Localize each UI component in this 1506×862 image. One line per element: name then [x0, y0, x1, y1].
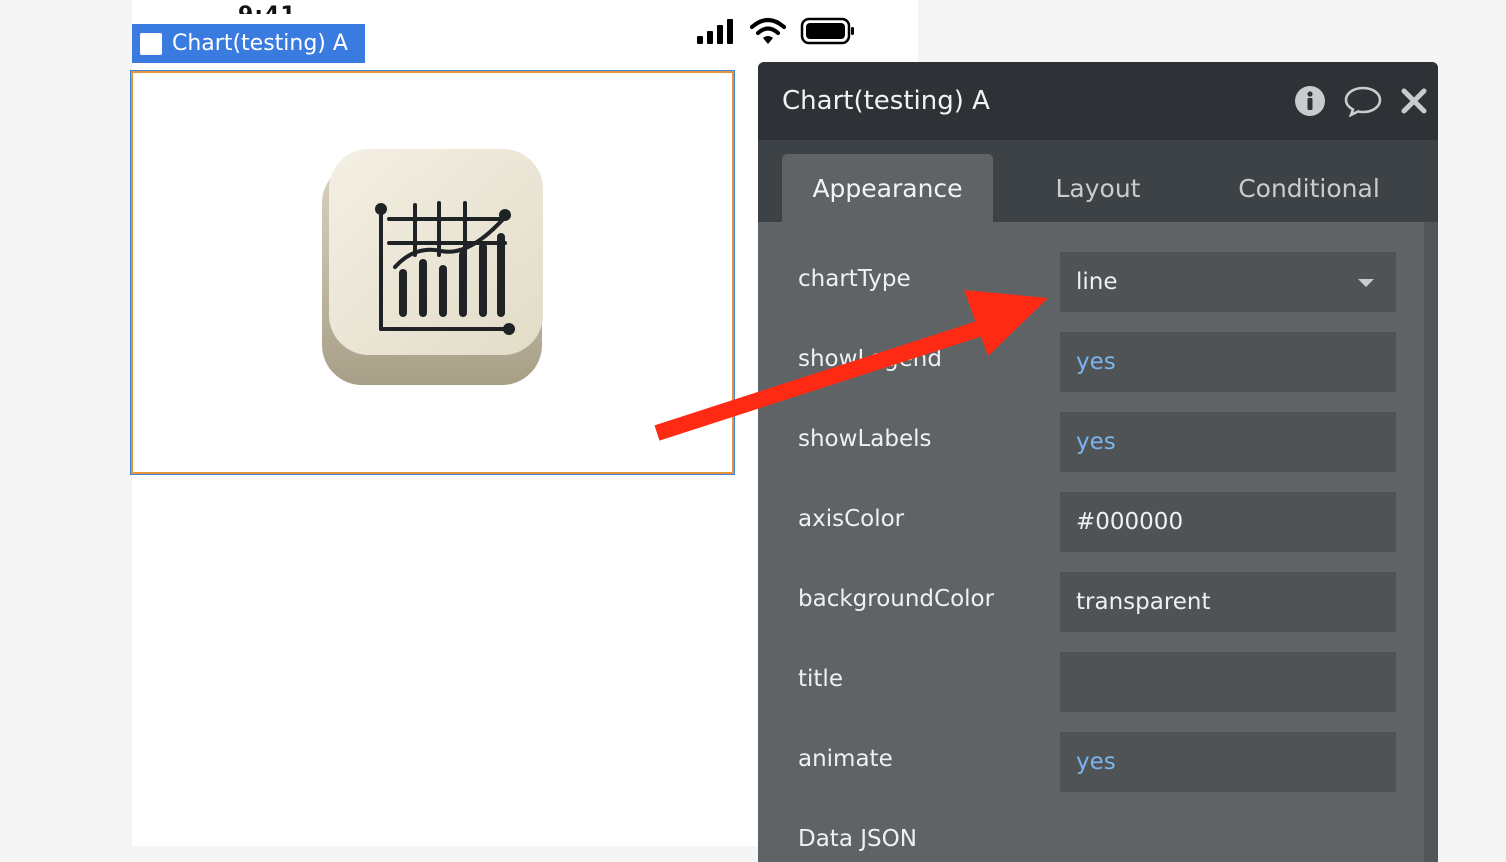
property-row-data-json: Data JSON [758, 812, 1438, 862]
property-row-charttype: chartType line [758, 252, 1438, 312]
tab-layout[interactable]: Layout [1008, 154, 1188, 222]
property-label: showLabels [798, 426, 932, 452]
property-row-backgroundcolor: backgroundColor transparent [758, 572, 1438, 632]
tab-bar: Appearance Layout Conditional [758, 140, 1438, 222]
property-row-axiscolor: axisColor #000000 [758, 492, 1438, 552]
property-row-animate: animate yes [758, 732, 1438, 792]
property-label: showLegend [798, 346, 942, 372]
battery-icon [800, 17, 854, 45]
close-icon[interactable] [1400, 87, 1428, 115]
property-row-showlabels: showLabels yes [758, 412, 1438, 472]
property-label: backgroundColor [798, 586, 995, 612]
status-icons [696, 16, 856, 46]
info-icon[interactable] [1294, 85, 1326, 117]
title-field[interactable] [1060, 652, 1396, 712]
element-tag[interactable]: Chart(testing) A [132, 24, 365, 63]
property-label: animate [798, 746, 893, 772]
status-time: 9:41 [238, 0, 297, 14]
comment-icon[interactable] [1344, 85, 1382, 117]
showlegend-field[interactable]: yes [1060, 332, 1396, 392]
property-row-showlegend: showLegend yes [758, 332, 1438, 392]
dropdown-caret-icon [1358, 279, 1374, 287]
charttype-value: line [1076, 269, 1118, 295]
axiscolor-field[interactable]: #000000 [1060, 492, 1396, 552]
property-label: chartType [798, 266, 911, 292]
signal-icon [697, 19, 733, 44]
property-label: Data JSON [798, 826, 917, 852]
showlabels-field[interactable]: yes [1060, 412, 1396, 472]
tab-conditional[interactable]: Conditional [1214, 154, 1404, 222]
panel-title: Chart(testing) A [782, 86, 990, 116]
property-editor-panel: Chart(testing) A Appearance Layout Condi… [758, 62, 1438, 862]
property-label: title [798, 666, 843, 692]
panel-header: Chart(testing) A [758, 62, 1438, 140]
backgroundcolor-field[interactable]: transparent [1060, 572, 1396, 632]
wifi-icon [750, 18, 786, 44]
animate-field[interactable]: yes [1060, 732, 1396, 792]
tab-appearance[interactable]: Appearance [782, 154, 993, 222]
selected-element[interactable] [130, 70, 735, 475]
element-tag-label: Chart(testing) A [172, 31, 348, 56]
charttype-dropdown[interactable]: line [1060, 252, 1396, 312]
property-label: axisColor [798, 506, 905, 532]
property-row-title: title [758, 652, 1438, 712]
chart-app-icon [322, 149, 543, 385]
element-checkbox[interactable] [140, 32, 162, 55]
